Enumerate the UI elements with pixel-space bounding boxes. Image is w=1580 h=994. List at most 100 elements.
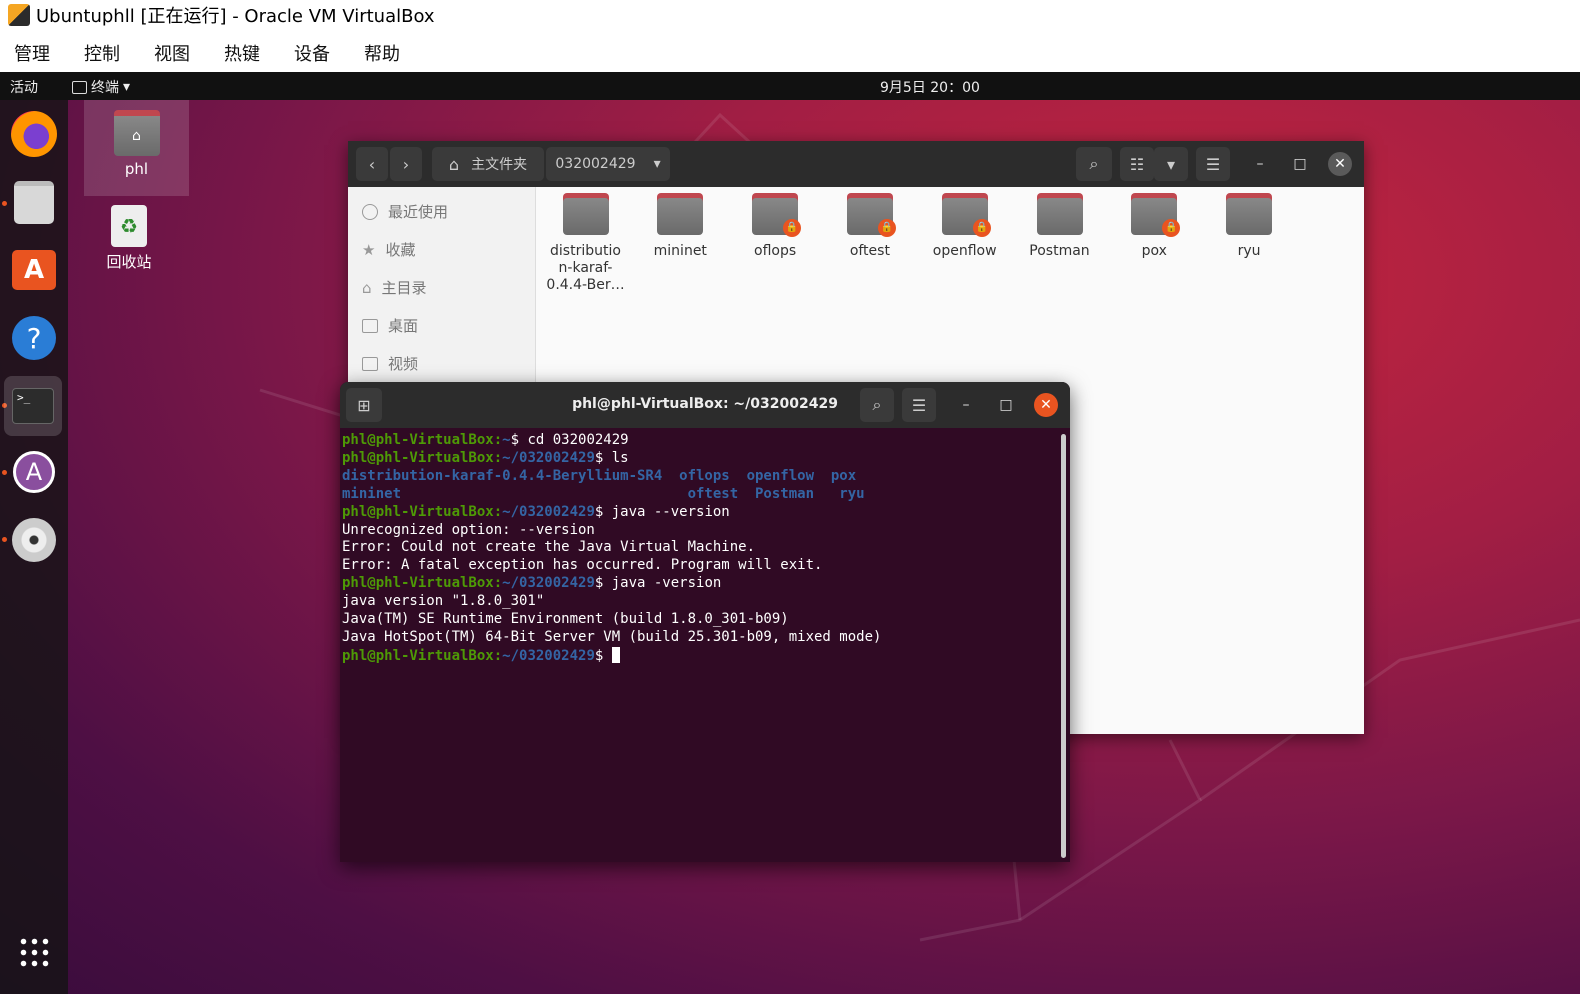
terminal-scrollbar[interactable] (1061, 434, 1066, 858)
folder-item[interactable]: ryu (1202, 193, 1297, 260)
folder-item[interactable]: 🔒 oflops (728, 193, 823, 260)
desktop-trash-icon[interactable]: ♻ 回收站 (84, 205, 174, 272)
back-button[interactable]: ‹ (356, 147, 388, 181)
folder-icon (562, 193, 609, 235)
terminal-line: mininet oftest Postman ryu (342, 486, 1054, 504)
gnome-top-bar: 活动 终端 ▾ 9月5日 20：00 (0, 72, 1580, 100)
path-current-button[interactable]: 032002429 ▾ (546, 147, 670, 181)
command-text: java --version (611, 503, 730, 520)
search-button[interactable]: ⌕ (860, 388, 894, 422)
view-options-button[interactable]: ▾ (1154, 147, 1188, 181)
folder-item[interactable]: 🔒 openflow (917, 193, 1012, 260)
clock[interactable]: 9月5日 20：00 (880, 77, 980, 97)
folder-label: oflops (754, 243, 797, 259)
desktop-home-icon[interactable]: ⌂ phl (84, 100, 189, 196)
terminal-header: ⊞ phl@phl-VirtualBox: ~/032002429 ⌕ ☰ – … (340, 382, 1070, 428)
grid-icon[interactable] (6, 924, 62, 980)
menu-devices[interactable]: 设备 (294, 40, 330, 66)
terminal-small-icon (72, 80, 87, 94)
terminal-line: Error: Could not create the Java Virtual… (342, 539, 1054, 557)
folder-icon (657, 193, 704, 235)
snap-store-icon[interactable]: A (6, 444, 62, 500)
folder-icon: 🔒 (1131, 193, 1181, 237)
firefox-icon[interactable] (6, 106, 62, 162)
terminal-line: phl@phl-VirtualBox:~$ cd 032002429 (342, 432, 1054, 450)
sidebar-item-label: 桌面 (388, 317, 419, 335)
folder-item[interactable]: mininet (633, 193, 728, 260)
software-icon[interactable]: A (6, 242, 62, 298)
folder-icon (1226, 193, 1273, 235)
folder-item[interactable]: 🔒 oftest (822, 193, 917, 260)
clock-icon (362, 203, 378, 220)
folder-item[interactable]: 🔒 pox (1107, 193, 1202, 260)
home-icon: ⌂ (448, 154, 460, 174)
sidebar-item-label: 收藏 (385, 241, 416, 259)
prompt-symbol: $ (594, 575, 612, 592)
sidebar-item-home[interactable]: ⌂ 主目录 (362, 277, 427, 298)
maximize-button[interactable]: □ (994, 393, 1018, 417)
terminal-line: java version "1.8.0_301" (342, 593, 1054, 611)
desktop-icon-label: phl (124, 160, 149, 178)
command-output: java version "1.8.0_301" (342, 593, 545, 610)
trash-icon: ♻ (111, 205, 147, 247)
terminal-line: phl@phl-VirtualBox:~/032002429$ java --v… (342, 504, 1054, 522)
folder-item[interactable]: distributio n-karaf- 0.4.4-Ber… (538, 193, 633, 294)
command-text: java -version (611, 575, 722, 592)
prompt-user: phl@phl-VirtualBox: (342, 503, 503, 520)
menu-hotkeys[interactable]: 热键 (224, 40, 260, 66)
terminal-line: phl@phl-VirtualBox:~/032002429$ ls (342, 450, 1054, 468)
menu-control[interactable]: 控制 (84, 40, 120, 66)
command-output: Error: A fatal exception has occurred. P… (342, 557, 823, 574)
list-view-button[interactable]: ☷ (1120, 147, 1154, 181)
files-icon[interactable] (6, 174, 62, 230)
app-menu[interactable]: 终端 ▾ (72, 77, 130, 97)
prompt-path: ~ (502, 432, 511, 448)
prompt-symbol: $ (594, 647, 612, 664)
folder-label: distributio n-karaf- 0.4.4-Ber… (546, 243, 625, 293)
path-home-button[interactable]: ⌂ 主文件夹 (432, 147, 544, 181)
menu-manage[interactable]: 管理 (14, 40, 50, 66)
command-text: cd 032002429 (527, 432, 629, 448)
sidebar-item-label: 最近使用 (388, 203, 449, 221)
help-icon[interactable]: ? (6, 310, 62, 366)
close-button[interactable]: ✕ (1328, 152, 1352, 176)
maximize-button[interactable]: □ (1288, 152, 1312, 176)
terminal-line: phl@phl-VirtualBox:~/032002429$ java -ve… (342, 575, 1054, 593)
terminal-output[interactable]: phl@phl-VirtualBox:~$ cd 032002429 phl@ph… (342, 432, 1054, 666)
close-button[interactable]: ✕ (1034, 393, 1058, 417)
command-output: Unrecognized option: --version (342, 521, 595, 538)
menu-view[interactable]: 视图 (154, 40, 190, 66)
disc-icon[interactable] (6, 512, 62, 568)
sidebar-item-recent[interactable]: 最近使用 (362, 201, 448, 222)
folder-icon: 🔒 (941, 193, 991, 237)
minimize-button[interactable]: – (1248, 152, 1272, 176)
terminal-line: Unrecognized option: --version (342, 522, 1054, 540)
minimize-button[interactable]: – (954, 393, 978, 417)
sidebar-item-label: 视频 (388, 355, 419, 373)
activities-button[interactable]: 活动 (10, 77, 38, 97)
app-menu-label: 终端 (91, 80, 119, 96)
path-current-label: 032002429 (555, 156, 636, 172)
prompt-path: ~/032002429 (502, 449, 595, 466)
menu-button[interactable]: ☰ (902, 388, 936, 422)
folder-icon: 🔒 (752, 193, 802, 237)
sidebar-item-videos[interactable]: 视频 (362, 353, 418, 374)
menu-help[interactable]: 帮助 (364, 40, 400, 66)
folder-label: ryu (1237, 243, 1261, 259)
command-output: Java(TM) SE Runtime Environment (build 1… (342, 611, 789, 628)
lock-icon: 🔒 (877, 219, 896, 237)
search-button[interactable]: ⌕ (1076, 147, 1112, 181)
command-output: Error: Could not create the Java Virtual… (342, 539, 756, 556)
prompt-path: ~/032002429 (502, 503, 595, 520)
lock-icon: 🔒 (783, 219, 802, 237)
caret-down-icon: ▾ (123, 79, 131, 95)
prompt-path: ~/032002429 (502, 647, 595, 664)
menu-button[interactable]: ☰ (1196, 147, 1230, 181)
sidebar-item-starred[interactable]: ★ 收藏 (362, 239, 415, 260)
terminal-icon[interactable]: >_ (4, 376, 62, 436)
terminal-line: Java(TM) SE Runtime Environment (build 1… (342, 611, 1054, 629)
file-manager-header: ‹ › ⌂ 主文件夹 032002429 ▾ ⌕ ☷ ▾ ☰ – □ ✕ (348, 141, 1364, 187)
sidebar-item-desktop[interactable]: 桌面 (362, 315, 418, 336)
folder-item[interactable]: Postman (1012, 193, 1107, 260)
forward-button[interactable]: › (390, 147, 422, 181)
